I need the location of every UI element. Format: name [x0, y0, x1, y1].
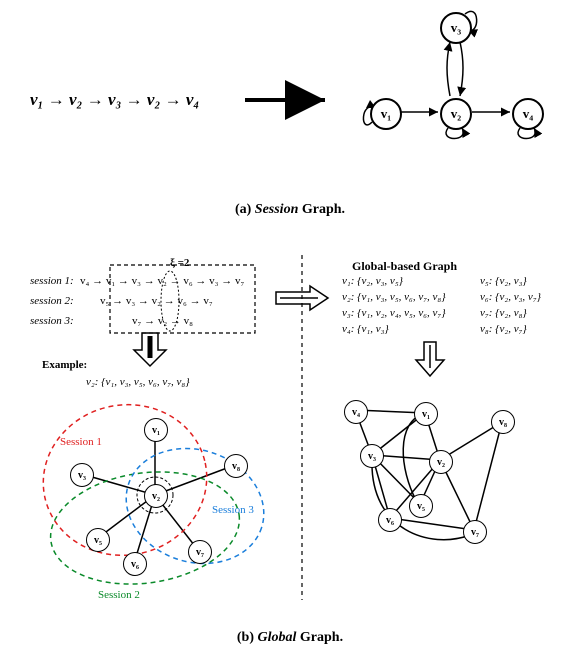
right-node-v3: v₃: [360, 444, 384, 468]
xi-label: ξ =2: [170, 256, 189, 271]
session3-label: session 3:: [30, 314, 74, 329]
caption-b: (b) Global Graph.: [0, 630, 580, 646]
left-node-v1: v₁: [144, 418, 168, 442]
node-v4: v₄: [512, 98, 544, 130]
adj-v1: v₁: {v₂, v₃, v₅}: [342, 274, 403, 289]
left-node-v5: v₅: [86, 528, 110, 552]
left-node-v2: v₂: [144, 484, 168, 508]
node-v1: v₁: [370, 98, 402, 130]
panel-session-graph: v₁ → v₂ → v₃ → v₂ → v₄ v₁ v₂ v₃ v₄: [0, 0, 580, 240]
sess3-label: Session 3: [212, 503, 254, 518]
node-v3: v₃: [440, 12, 472, 44]
session2-label: session 2:: [30, 294, 74, 309]
example-text: v₂: {v₁, v₃, v₅, v₆, v₇, v₈}: [86, 375, 190, 390]
node-v2: v₂: [440, 98, 472, 130]
right-node-v6: v₆: [378, 508, 402, 532]
right-node-v4: v₄: [344, 400, 368, 424]
right-node-v2: v₂: [429, 450, 453, 474]
left-node-v8: v₈: [224, 454, 248, 478]
adj-v5: v₅: {v₂, v₃}: [480, 274, 527, 289]
adj-v4: v₄: {v₁, v₃}: [342, 322, 389, 337]
left-node-v6: v₆: [123, 552, 147, 576]
adj-v8: v₈: {v₂, v₇}: [480, 322, 527, 337]
adj-v6: v₆: {v₂, v₃, v₇}: [480, 290, 541, 305]
left-node-v7: v₇: [188, 540, 212, 564]
session1-seq: v₄ → v₁ → v₃ → v₂ → v₆ → v₃ → v₇: [80, 274, 244, 289]
right-node-v8: v₈: [491, 410, 515, 434]
adj-v2: v₂: {v₁, v₃, v₅, v₆, v₇, v₈}: [342, 290, 446, 305]
adj-v3: v₃: {v₁, v₂, v₄, v₅, v₆, v₇}: [342, 306, 446, 321]
right-node-v5: v₅: [409, 494, 433, 518]
global-title: Global-based Graph: [352, 258, 457, 274]
left-node-v3: v₃: [70, 463, 94, 487]
example-label: Example:: [42, 358, 87, 373]
caption-a: (a) Session Graph.: [0, 202, 580, 218]
right-node-v1: v₁: [414, 402, 438, 426]
session1-label: session 1:: [30, 274, 74, 289]
session3-seq: v₇ → v₂ → v₈: [132, 314, 193, 329]
panel-global-graph: ξ =2 session 1: v₄ → v₁ → v₃ → v₂ → v₆ →…: [0, 250, 580, 664]
session2-seq: v₅ → v₃ → v₂ → v₆ → v₇: [100, 294, 213, 309]
sess2-label: Session 2: [98, 588, 140, 603]
sess1-label: Session 1: [60, 435, 102, 450]
adj-v7: v₇: {v₂, v₈}: [480, 306, 527, 321]
sequence-text: v₁ → v₂ → v₃ → v₂ → v₄: [30, 90, 199, 110]
right-node-v7: v₇: [463, 520, 487, 544]
